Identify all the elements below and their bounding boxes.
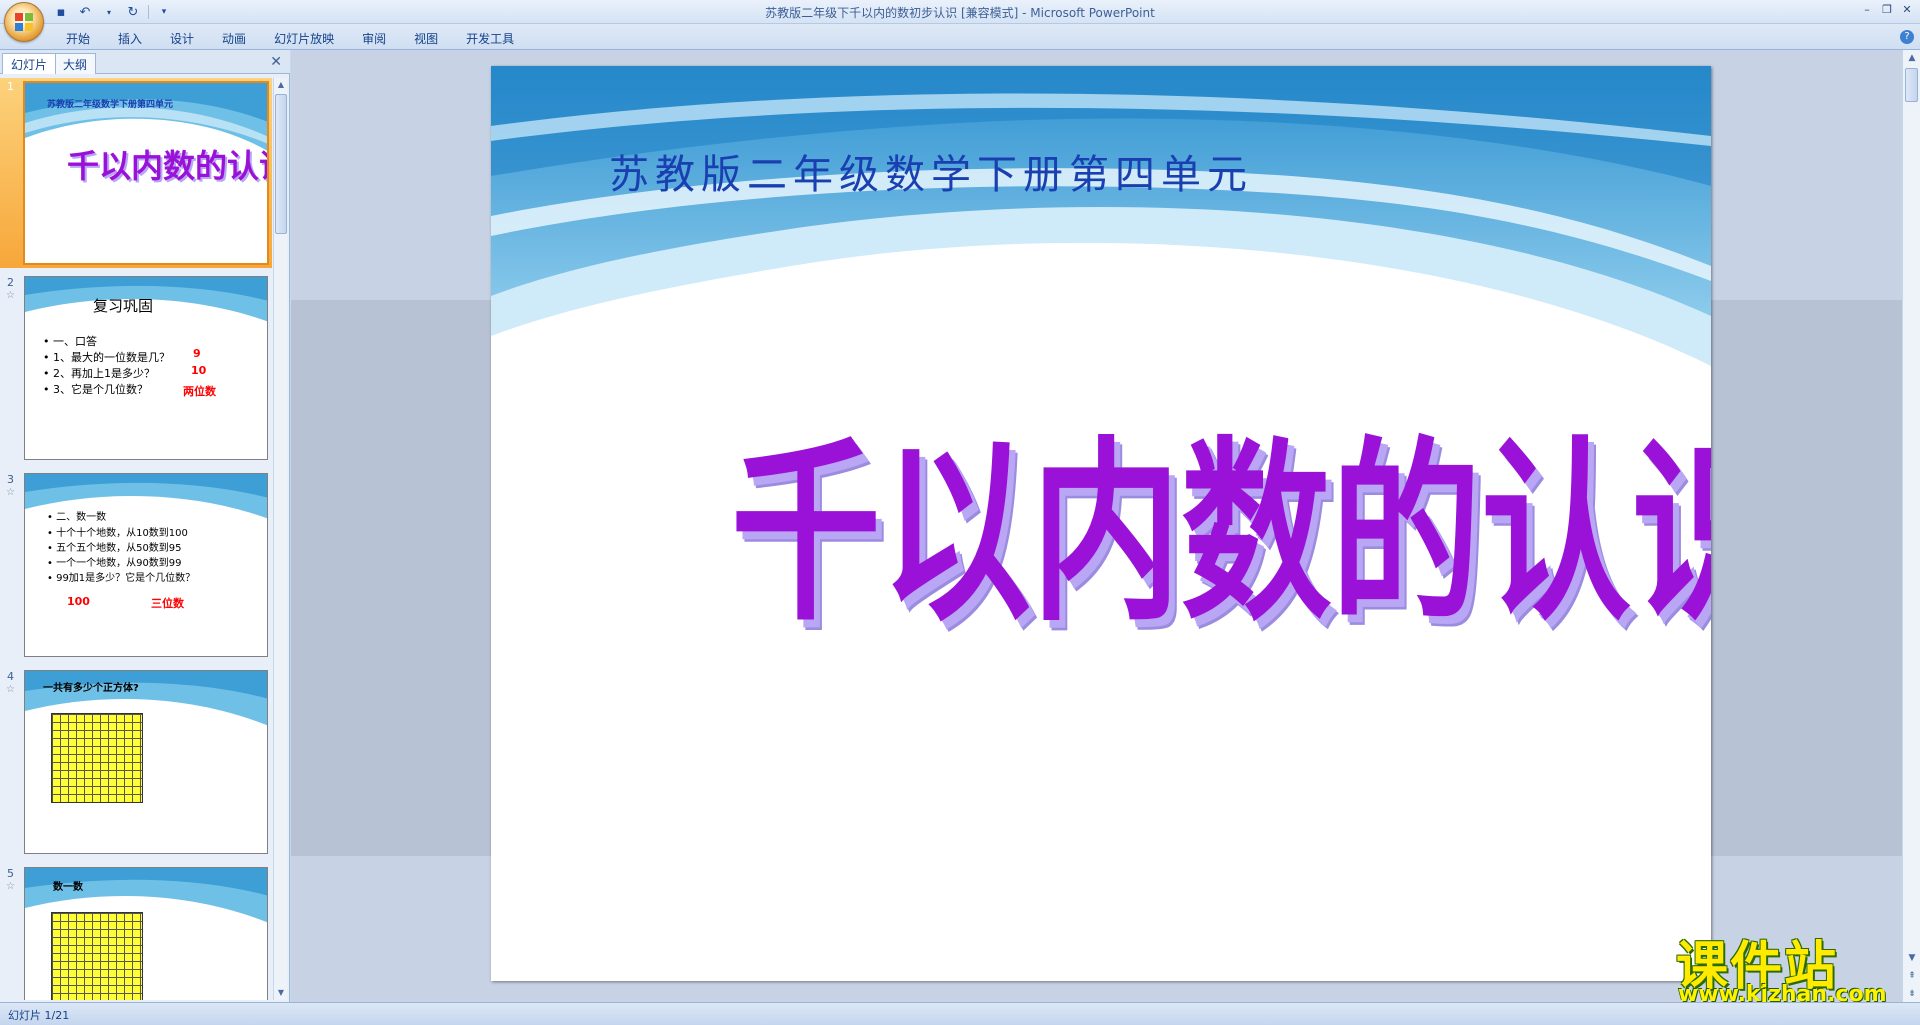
- close-icon[interactable]: ✕: [270, 54, 282, 70]
- tab-review[interactable]: 审阅: [348, 28, 400, 49]
- scroll-down-icon[interactable]: ▼: [274, 986, 288, 1000]
- slide-thumbnail-2[interactable]: 2 ☆ 复习巩固 • 一、口答 • 1、最大的一位数是几？ • 2、再加上1是多…: [0, 274, 272, 464]
- slide-number: 3: [7, 473, 14, 486]
- tab-slides[interactable]: 幻灯片: [2, 53, 57, 74]
- wave-background: [491, 66, 1711, 366]
- office-logo-icon: [15, 13, 35, 33]
- slide-preview: 复习巩固 • 一、口答 • 1、最大的一位数是几？ • 2、再加上1是多少？ •…: [24, 276, 268, 460]
- thumb-title: 千以内数的认识: [67, 147, 269, 185]
- thumb-line: • 一、口答: [43, 335, 97, 348]
- cube-grid: [51, 912, 143, 1000]
- thumb-answer: 9: [193, 347, 201, 360]
- tab-home[interactable]: 开始: [52, 28, 104, 49]
- scroll-up-icon[interactable]: ▲: [1903, 50, 1920, 66]
- slide-number: 1: [7, 80, 14, 93]
- window-controls: – ❐ ✕: [1858, 2, 1916, 18]
- thumb-answer: 三位数: [151, 597, 184, 610]
- thumb-line: • 99加1是多少？它是个几位数？: [47, 573, 196, 584]
- animation-star-icon: ☆: [6, 487, 15, 498]
- slide-thumbnail-3[interactable]: 3 ☆ • 二、数一数 • 十个十个地数，从10数到100 • 五个五个地数，从…: [0, 471, 272, 661]
- thumb-line: • 五个五个地数，从50数到95: [47, 543, 182, 554]
- tab-animations[interactable]: 动画: [208, 28, 260, 49]
- tab-design[interactable]: 设计: [156, 28, 208, 49]
- scroll-up-icon[interactable]: ▲: [274, 78, 288, 92]
- panel-tabs: 幻灯片 大纲 ✕: [0, 50, 290, 74]
- title-bar: ▪ ↶ ▾ ↻ ▾ 苏教版二年级下千以内的数初步认识 [兼容模式] - Micr…: [0, 0, 1920, 24]
- thumb-title: 一共有多少个正方体?: [43, 683, 139, 694]
- thumb-answer: 10: [191, 364, 207, 377]
- slide-preview: • 二、数一数 • 十个十个地数，从10数到100 • 五个五个地数，从50数到…: [24, 473, 268, 657]
- editor-scrollbar[interactable]: ▲ ▼ ⇞ ⇟: [1902, 50, 1920, 1002]
- thumb-line: • 二、数一数: [47, 512, 107, 523]
- tab-slideshow[interactable]: 幻灯片放映: [260, 28, 348, 49]
- slide-preview: 苏教版二年级数学下册第四单元 千以内数的认识: [23, 81, 269, 265]
- slide-thumbnail-4[interactable]: 4 ☆ 一共有多少个正方体?: [0, 668, 272, 858]
- tab-developer[interactable]: 开发工具: [452, 28, 528, 49]
- ribbon-tabs: 开始 插入 设计 动画 幻灯片放映 审阅 视图 开发工具 ?: [0, 24, 1920, 50]
- office-button[interactable]: [4, 2, 44, 42]
- status-bar: 幻灯片 1/21: [0, 1002, 1920, 1025]
- thumb-answer: 100: [67, 595, 90, 608]
- slide-number: 5: [7, 867, 14, 880]
- thumb-line: • 2、再加上1是多少？: [43, 367, 155, 380]
- animation-star-icon: ☆: [6, 290, 15, 301]
- slide-preview: 一共有多少个正方体?: [24, 670, 268, 854]
- tab-view[interactable]: 视图: [400, 28, 452, 49]
- thumb-line: • 3、它是个几位数？: [43, 383, 148, 396]
- animation-star-icon: ☆: [6, 881, 15, 892]
- tab-insert[interactable]: 插入: [104, 28, 156, 49]
- thumbnail-scrollbar[interactable]: ▲ ▼: [273, 78, 287, 1000]
- thumb-subtitle: 苏教版二年级数学下册第四单元: [47, 100, 174, 110]
- close-icon[interactable]: ✕: [1898, 2, 1916, 18]
- slide-editor: 苏教版二年级数学下册第四单元 千以内数的认识: [291, 50, 1902, 1002]
- slide-thumbnail-5[interactable]: 5 ☆ 数一数: [0, 865, 272, 1000]
- slide-counter: 幻灯片 1/21: [8, 1009, 70, 1022]
- thumb-answer: 两位数: [183, 385, 216, 398]
- thumb-title: 数一数: [53, 882, 83, 893]
- slide-title[interactable]: 千以内数的认识: [731, 376, 1711, 658]
- current-slide[interactable]: 苏教版二年级数学下册第四单元 千以内数的认识: [491, 66, 1711, 981]
- thumb-line: • 一个一个地数，从90数到99: [47, 558, 182, 569]
- thumb-line: • 1、最大的一位数是几？: [43, 351, 170, 364]
- slides-panel: 幻灯片 大纲 ✕ 1 苏教版二年级数学下册第四单元 千以内数的认识 2 ☆ 复习…: [0, 50, 290, 1002]
- thumb-line: • 十个十个地数，从10数到100: [47, 528, 188, 539]
- restore-icon[interactable]: ❐: [1878, 2, 1896, 18]
- window-title: 苏教版二年级下千以内的数初步认识 [兼容模式] - Microsoft Powe…: [765, 6, 1155, 20]
- slide-thumbnail-1[interactable]: 1 苏教版二年级数学下册第四单元 千以内数的认识: [0, 78, 272, 268]
- slide-number: 4: [7, 670, 14, 683]
- animation-star-icon: ☆: [6, 684, 15, 695]
- slide-subtitle[interactable]: 苏教版二年级数学下册第四单元: [609, 142, 1253, 200]
- thumbnail-list: 1 苏教版二年级数学下册第四单元 千以内数的认识 2 ☆ 复习巩固 • 一、口答…: [0, 78, 272, 1000]
- help-icon[interactable]: ?: [1900, 30, 1914, 44]
- slide-number: 2: [7, 276, 14, 289]
- thumb-title: 复习巩固: [93, 297, 154, 315]
- scroll-thumb[interactable]: [1905, 68, 1918, 102]
- minimize-icon[interactable]: –: [1858, 2, 1876, 18]
- slide-preview: 数一数: [24, 867, 268, 1000]
- tab-outline[interactable]: 大纲: [54, 53, 97, 74]
- cube-grid: [51, 713, 143, 803]
- scroll-thumb[interactable]: [275, 94, 287, 234]
- watermark-logo: 课件站 www.kjzhan.com: [1668, 924, 1908, 1007]
